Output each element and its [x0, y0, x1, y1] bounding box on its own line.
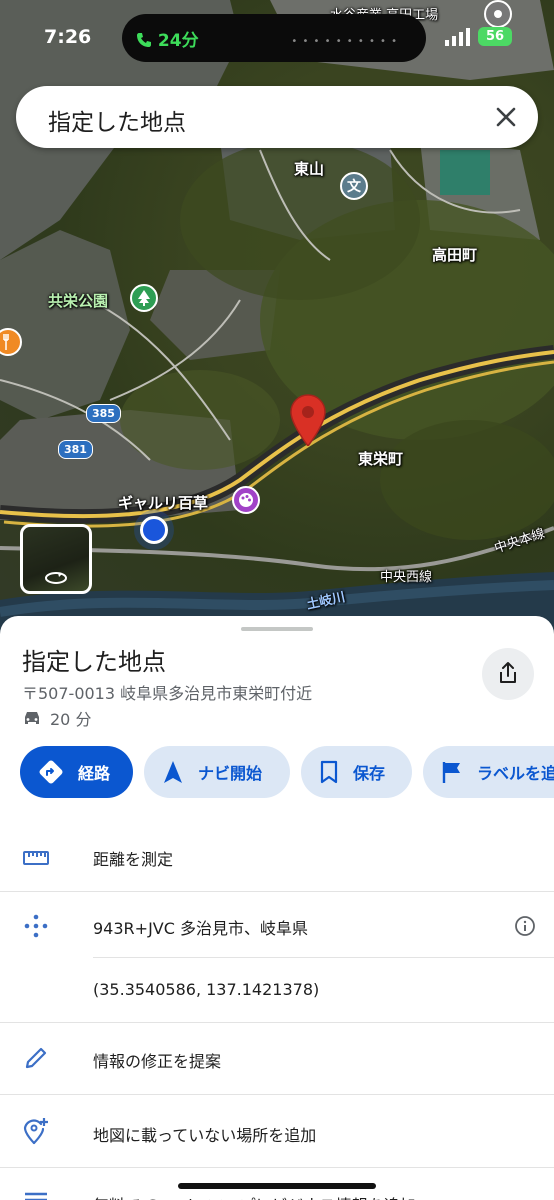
search-query[interactable]: 指定した地点	[48, 103, 186, 137]
place-address: 〒507-0013 岐阜県多治見市東栄町付近	[22, 684, 313, 703]
edit-pencil-icon	[25, 1047, 47, 1069]
map-label-toeicho: 東栄町	[358, 450, 404, 468]
directions-icon	[39, 760, 63, 784]
divider	[0, 1167, 554, 1168]
map-label-chuo-west-line: 中央西線	[380, 570, 433, 585]
phone-icon	[137, 33, 151, 47]
start-navigation-button[interactable]: ナビ開始	[144, 746, 290, 798]
business-listing-icon	[25, 1192, 47, 1200]
drive-time-value: 20 分	[50, 710, 92, 729]
rotate-360-icon	[45, 572, 67, 584]
suggest-edit-item[interactable]: 情報の修正を提案	[93, 1048, 221, 1072]
map-label-takadacho: 高田町	[432, 246, 478, 264]
divider	[0, 1022, 554, 1023]
gallery-palette-icon[interactable]	[232, 486, 260, 514]
route-shield-385: 385	[86, 404, 121, 423]
flag-icon	[442, 762, 460, 783]
route-shield-381: 381	[58, 440, 93, 459]
add-business-item[interactable]: 無料で Google マップにビジネス情報を追加	[93, 1192, 416, 1200]
my-location-dot	[140, 516, 168, 544]
drive-time: 20 分	[22, 706, 91, 730]
map-label-kyoei-park[interactable]: 共栄公園	[48, 290, 108, 311]
measure-distance-item[interactable]: 距離を測定	[93, 846, 173, 870]
info-icon[interactable]	[514, 915, 536, 937]
place-bottom-sheet[interactable]: 指定した地点 〒507-0013 岐阜県多治見市東栄町付近 20 分 経路 ナビ…	[0, 616, 554, 1200]
divider	[0, 1094, 554, 1095]
directions-button[interactable]: 経路	[20, 746, 133, 798]
street-view-thumbnail[interactable]	[20, 524, 92, 594]
map-label-gallery[interactable]: ギャルリ百草	[118, 492, 208, 513]
map-label-higashiyama: 東山	[294, 160, 325, 178]
battery-indicator: 56	[478, 27, 512, 46]
park-tree-icon[interactable]	[130, 284, 158, 312]
audio-waveform: • • • • • • • • • •	[291, 36, 398, 47]
dropped-pin-icon[interactable]	[289, 394, 327, 446]
car-icon	[25, 712, 39, 724]
divider	[0, 891, 554, 892]
save-button[interactable]: 保存	[301, 746, 412, 798]
status-time: 7:26	[44, 26, 92, 48]
bookmark-icon	[320, 760, 338, 784]
add-missing-place-item[interactable]: 地図に載っていない場所を追加	[93, 1122, 316, 1146]
home-indicator[interactable]	[178, 1183, 376, 1189]
navigation-arrow-icon	[164, 761, 182, 783]
add-location-icon	[23, 1118, 48, 1145]
location-poi-icon[interactable]	[484, 0, 512, 28]
map-view[interactable]: 東山 高田町 共栄公園 東栄町 ギャルリ百草 中央本線 中央西線 土岐川 水谷産…	[0, 0, 554, 640]
share-button[interactable]	[482, 648, 534, 700]
dynamic-island[interactable]: 24分 • • • • • • • • • •	[122, 14, 426, 62]
add-label-button[interactable]: ラベルを追加	[423, 746, 554, 798]
cellular-signal-icon	[445, 28, 470, 46]
divider	[93, 957, 554, 958]
sheet-drag-handle[interactable]	[241, 627, 313, 631]
plus-code-item[interactable]: 943R+JVC 多治見市、岐阜県	[93, 915, 308, 939]
plus-code-icon	[24, 914, 48, 938]
place-title: 指定した地点	[22, 648, 166, 676]
share-icon	[500, 662, 516, 683]
coordinates-item[interactable]: (35.3540586, 137.1421378)	[93, 980, 319, 999]
ruler-icon	[23, 851, 49, 865]
action-chips: 経路 ナビ開始 保存 ラベルを追加	[20, 746, 554, 798]
call-indicator: 24分	[136, 26, 199, 51]
close-icon[interactable]	[490, 101, 522, 133]
call-duration: 24分	[157, 31, 199, 51]
school-poi-icon[interactable]: 文	[340, 172, 368, 200]
search-bar[interactable]: 指定した地点	[16, 86, 538, 148]
